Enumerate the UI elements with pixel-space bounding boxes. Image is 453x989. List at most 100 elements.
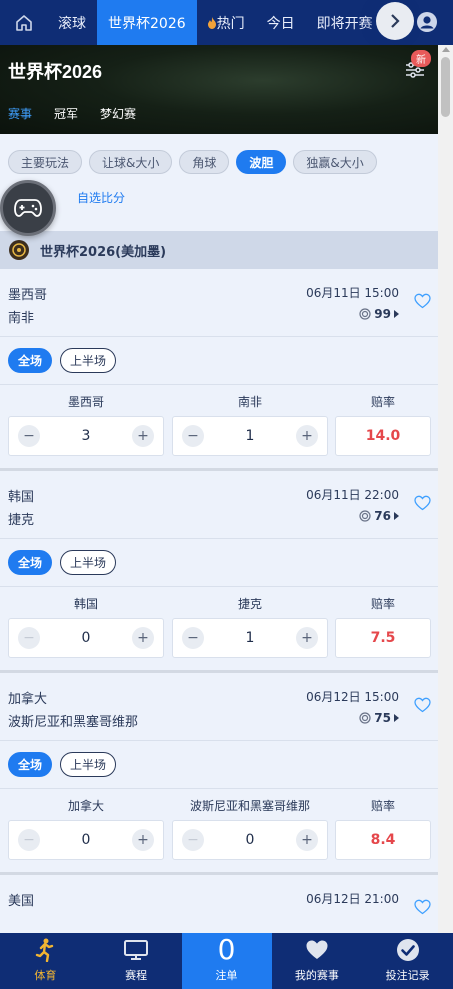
match-info[interactable]: 韩国 捷克 06月11日 22:00 76 (0, 471, 438, 539)
match-info[interactable]: 墨西哥 南非 06月11日 15:00 99 (0, 269, 438, 337)
increment-button[interactable]: + (295, 829, 318, 851)
caret-right-icon (394, 512, 399, 520)
favorite-heart-icon[interactable] (414, 495, 431, 511)
score-pickers: − 0 + − 0 + 8.4 (0, 817, 438, 875)
bottom-tab-my-events[interactable]: 我的赛事 (272, 933, 363, 989)
match-card: 韩国 捷克 06月11日 22:00 76 全场 上半场 韩国 捷克 赔率 − … (0, 471, 438, 673)
user-icon[interactable] (416, 11, 438, 33)
column-odds: 赔率 (370, 799, 396, 813)
score-column-headers: 加拿大 波斯尼亚和黑塞哥维那 赔率 (0, 789, 438, 817)
home-score-value: 0 (81, 832, 91, 848)
market-count[interactable]: 99 (359, 307, 399, 321)
away-score-stepper: − 1 + (172, 416, 328, 456)
subtab-champion[interactable]: 冠军 (54, 105, 78, 122)
score-column-headers: 韩国 捷克 赔率 (0, 587, 438, 615)
increment-button[interactable]: + (131, 829, 154, 851)
scroll-up-arrow-icon[interactable] (442, 47, 450, 52)
caret-right-icon (394, 310, 399, 318)
period-first-half[interactable]: 上半场 (60, 348, 117, 373)
page-title: 世界杯2026 (8, 62, 103, 82)
period-full-time[interactable]: 全场 (8, 752, 53, 777)
decrement-button[interactable]: − (182, 829, 204, 851)
away-team: 捷克 (8, 513, 35, 528)
market-count[interactable]: 76 (359, 509, 399, 523)
increment-button[interactable]: + (131, 425, 154, 447)
subtab-events[interactable]: 赛事 (8, 105, 32, 122)
odds-button[interactable]: 14.0 (335, 416, 431, 456)
odds-button[interactable]: 7.5 (335, 618, 431, 658)
increment-button[interactable]: + (131, 627, 154, 649)
bottom-nav: 体育 赛程 0 注单 我的赛事 投注记录 (0, 933, 453, 989)
pill-handicap[interactable]: 让球&大小 (89, 150, 173, 174)
fire-icon (207, 16, 216, 29)
league-name: 世界杯2026(美加墨) (40, 244, 167, 260)
pill-main[interactable]: 主要玩法 (8, 150, 83, 174)
match-card: 加拿大 波斯尼亚和黑塞哥维那 06月12日 15:00 75 全场 上半场 加拿… (0, 673, 438, 875)
decrement-button[interactable]: − (18, 425, 40, 447)
home-team: 美国 (8, 894, 35, 909)
period-first-half[interactable]: 上半场 (60, 752, 117, 777)
favorite-heart-icon[interactable] (414, 697, 431, 713)
away-score-stepper: − 1 + (172, 618, 328, 658)
subtab-fantasy[interactable]: 梦幻赛 (100, 105, 136, 122)
home-team: 墨西哥 (8, 288, 48, 303)
tab-upcoming[interactable]: 即将开赛 (306, 0, 384, 45)
market-count[interactable]: 75 (359, 711, 399, 725)
bottom-tab-sports[interactable]: 体育 (0, 933, 91, 989)
period-first-half[interactable]: 上半场 (60, 550, 117, 575)
match-info[interactable]: 加拿大 波斯尼亚和黑塞哥维那 06月12日 15:00 75 (0, 673, 438, 741)
period-toggle: 全场 上半场 (0, 337, 438, 385)
betslip-count: 0 (217, 933, 236, 966)
increment-button[interactable]: + (295, 425, 318, 447)
bottom-tab-schedule[interactable]: 赛程 (91, 933, 182, 989)
favorite-heart-icon[interactable] (414, 899, 431, 915)
scrollbar[interactable] (438, 45, 453, 933)
heart-icon (305, 937, 329, 963)
target-icon (359, 308, 371, 320)
pill-moneyline[interactable]: 独赢&大小 (293, 150, 377, 174)
away-score-stepper: − 0 + (172, 820, 328, 860)
match-time: 06月11日 22:00 (306, 488, 399, 502)
tab-hot[interactable]: 热门 (197, 0, 256, 45)
bottom-tab-bet-history[interactable]: 投注记录 (362, 933, 453, 989)
pill-corners[interactable]: 角球 (179, 150, 230, 174)
column-odds: 赔率 (370, 597, 396, 611)
gamepad-icon[interactable] (0, 180, 56, 236)
column-odds: 赔率 (370, 395, 396, 409)
increment-button[interactable]: + (295, 627, 318, 649)
period-full-time[interactable]: 全场 (8, 550, 53, 575)
tab-worldcup[interactable]: 世界杯2026 (97, 0, 197, 45)
decrement-button[interactable]: − (182, 425, 204, 447)
scrollbar-thumb[interactable] (441, 57, 450, 117)
home-team: 加拿大 (8, 692, 48, 707)
caret-right-icon (394, 714, 399, 722)
column-home: 韩国 (73, 597, 99, 611)
match-time: 06月12日 15:00 (306, 690, 399, 704)
score-column-headers: 墨西哥 南非 赔率 (0, 385, 438, 413)
custom-score-link[interactable]: 自选比分 (77, 189, 125, 206)
away-score-value: 1 (245, 630, 255, 646)
league-header[interactable]: 世界杯2026(美加墨) (0, 231, 438, 269)
market-filter-pills: 主要玩法 让球&大小 角球 波胆 独赢&大小 (8, 150, 438, 174)
decrement-button[interactable]: − (18, 627, 40, 649)
bottom-tab-betslip[interactable]: 0 注单 (181, 933, 272, 989)
odds-button[interactable]: 8.4 (335, 820, 431, 860)
chevron-right-icon[interactable] (376, 2, 414, 40)
pill-correct-score[interactable]: 波胆 (236, 150, 287, 174)
tab-today[interactable]: 今日 (256, 0, 306, 45)
favorite-heart-icon[interactable] (414, 293, 431, 309)
decrement-button[interactable]: − (18, 829, 40, 851)
period-full-time[interactable]: 全场 (8, 348, 53, 373)
tab-live[interactable]: 滚球 (47, 0, 97, 45)
new-badge: 新 (411, 50, 431, 67)
period-toggle: 全场 上半场 (0, 741, 438, 789)
target-icon (359, 510, 371, 522)
home-score-stepper: − 0 + (8, 820, 164, 860)
sports-runner-icon (35, 937, 55, 963)
target-icon (359, 712, 371, 724)
match-card: 墨西哥 南非 06月11日 15:00 99 全场 上半场 墨西哥 南非 赔率 … (0, 269, 438, 471)
home-icon[interactable] (0, 0, 47, 45)
decrement-button[interactable]: − (182, 627, 204, 649)
home-score-value: 3 (81, 428, 91, 444)
column-away: 捷克 (237, 597, 263, 611)
